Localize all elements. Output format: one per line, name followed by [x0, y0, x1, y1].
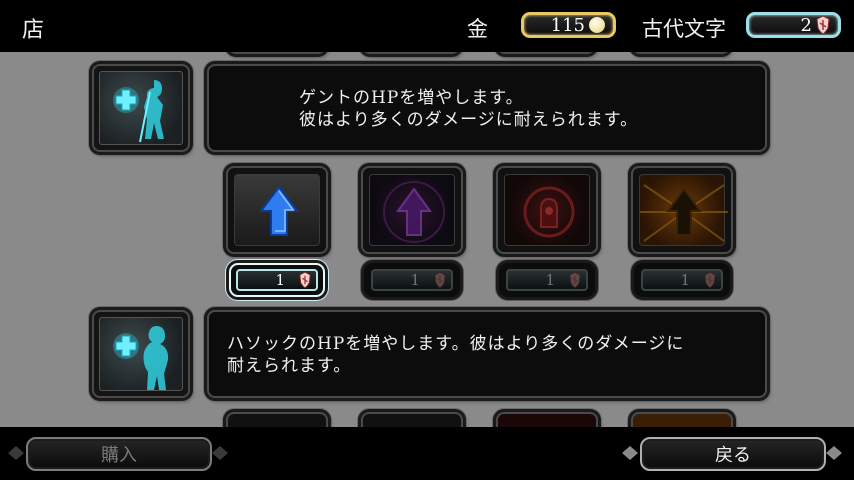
purple-arrow-icon	[383, 181, 445, 243]
price-value: 1	[410, 271, 420, 289]
upgrade-slot-3[interactable]	[496, 166, 598, 254]
portrait-bg	[99, 317, 183, 391]
portrait-bg	[99, 71, 183, 145]
item-description-box: ゲントのHPを増やします。 彼はより多くのダメージに耐えられます。	[207, 64, 767, 152]
red-rune-icon	[523, 186, 575, 238]
gold-counter: 115	[521, 12, 616, 38]
upgrade-price-3: 1	[499, 263, 595, 297]
buy-button[interactable]: 購入	[26, 437, 212, 471]
upgrade-slot-next[interactable]	[631, 412, 733, 427]
rune-shield-icon	[704, 271, 716, 289]
runes-value: 2	[800, 14, 812, 36]
upgrade-slot-1[interactable]	[226, 166, 328, 254]
runes-counter: 2	[746, 12, 841, 38]
rune-shield-icon	[299, 271, 311, 289]
top-bar: 店 金 115 古代文字 2	[0, 0, 854, 52]
price-value: 1	[275, 271, 285, 289]
price-value: 1	[680, 271, 690, 289]
runes-label: 古代文字	[642, 17, 726, 41]
coin-icon	[589, 17, 605, 33]
ornament-icon	[212, 446, 228, 460]
bottom-bar: 購入 戻る	[0, 427, 854, 480]
upgrade-face	[234, 174, 320, 246]
upgrade-face	[504, 174, 590, 246]
upgrade-slot-next[interactable]	[361, 412, 463, 427]
hp-up-character-icon	[113, 80, 164, 143]
upgrade-face	[369, 174, 455, 246]
upgrade-slot-2[interactable]	[361, 166, 463, 254]
shop-list[interactable]: ゲントのHPを増やします。 彼はより多くのダメージに耐えられます。 1 1 1 …	[0, 52, 854, 427]
price-value: 1	[545, 271, 555, 289]
item-description-line1: ハソックのHPを増やします。彼はより多くのダメージに	[227, 334, 685, 354]
upgrade-price-1: 1	[229, 263, 325, 297]
blue-arrow-icon	[259, 185, 299, 236]
ornament-icon	[826, 446, 842, 460]
item-description-box: ハソックのHPを増やします。彼はより多くのダメージに 耐えられます。	[207, 310, 767, 398]
prev-row-slot	[362, 52, 460, 54]
gold-label: 金	[467, 17, 488, 41]
item-description-line1: ゲントのHPを増やします。	[299, 88, 524, 108]
gold-value: 115	[550, 14, 585, 36]
back-button[interactable]: 戻る	[640, 437, 826, 471]
gold-arrow-icon	[640, 184, 728, 242]
upgrade-slot-next[interactable]	[496, 412, 598, 427]
upgrade-face	[639, 174, 728, 246]
upgrade-price-2: 1	[364, 263, 460, 297]
havok-portrait	[92, 310, 190, 398]
upgrade-price-4: 1	[634, 263, 730, 297]
hp-up-character-icon	[113, 326, 169, 390]
ornament-icon	[622, 446, 638, 460]
item-description-line2: 耐えられます。	[227, 356, 352, 376]
upgrade-slot-next[interactable]	[226, 412, 328, 427]
ornament-icon	[8, 446, 24, 460]
rune-shield-icon	[434, 271, 446, 289]
rune-shield-icon	[569, 271, 581, 289]
upgrade-slot-4[interactable]	[631, 166, 733, 254]
prev-row-slot	[497, 52, 595, 54]
gent-portrait	[92, 64, 190, 152]
item-description-line2: 彼はより多くのダメージに耐えられます。	[299, 110, 639, 130]
page-title: 店	[22, 18, 45, 43]
prev-row-slot	[632, 52, 730, 54]
prev-row-slot	[228, 52, 326, 54]
rune-shield-icon	[816, 15, 830, 35]
